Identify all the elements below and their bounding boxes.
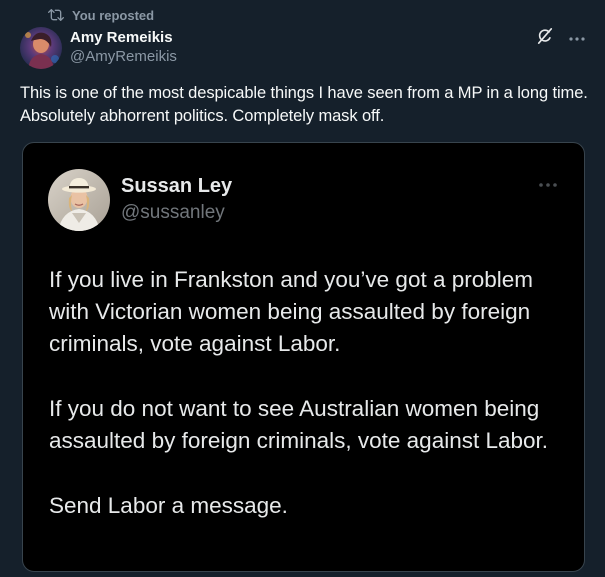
quoted-paragraph: If you live in Frankston and you’ve got …: [49, 267, 534, 356]
quoted-author-name: Sussan Ley: [121, 175, 233, 197]
quoted-author-handle: @sussanley: [121, 202, 225, 223]
author-handle[interactable]: @AmyRemeikis: [70, 47, 177, 66]
post-author[interactable]: Amy Remeikis @AmyRemeikis: [70, 28, 177, 66]
author-name[interactable]: Amy Remeikis: [70, 28, 177, 47]
post-page: You reposted Amy Remeikis @AmyRemeikis T…: [0, 0, 605, 577]
more-options-icon: [537, 175, 559, 193]
quoted-post-text: If you live in Frankston and you’ve got …: [49, 264, 569, 555]
quoted-paragraph: Send Labor a message.: [49, 493, 288, 518]
more-options-button[interactable]: [567, 28, 587, 48]
grok-icon: [536, 27, 554, 50]
post-actions: [535, 27, 587, 50]
repost-indicator[interactable]: You reposted: [48, 7, 154, 23]
quoted-more-options: [536, 177, 560, 191]
avatar[interactable]: [20, 27, 62, 69]
post-text: This is one of the most despicable thing…: [20, 84, 588, 125]
quoted-avatar: [48, 169, 110, 231]
quoted-paragraph: If you do not want to see Australian wom…: [49, 396, 549, 453]
repost-icon: [48, 8, 64, 22]
quoted-post-image[interactable]: Sussan Ley @sussanley If you live in Fra…: [22, 142, 585, 572]
repost-label: You reposted: [72, 7, 155, 23]
grok-button[interactable]: [535, 27, 555, 50]
more-options-icon: [568, 29, 586, 47]
